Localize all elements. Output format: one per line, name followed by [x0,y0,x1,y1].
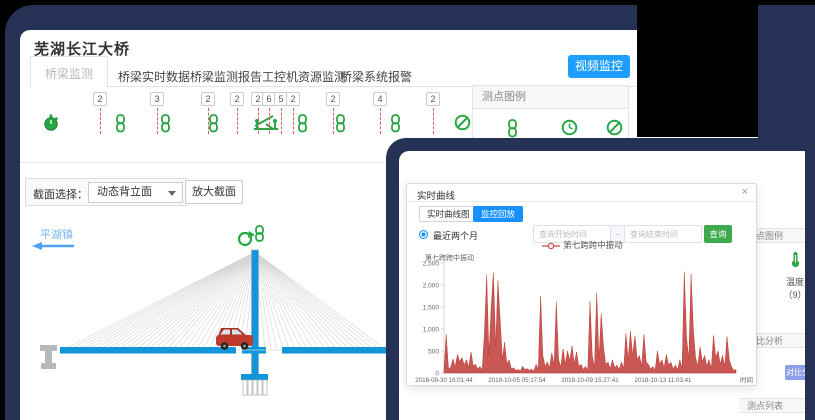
svg-text:2018-10-13 11:03:41: 2018-10-13 11:03:41 [635,377,693,384]
link-icon[interactable] [296,114,309,138]
thermometer-icon [789,251,802,268]
point-legend-header: 测点图例 [472,85,629,109]
svg-text:2,500: 2,500 [423,260,440,267]
svg-text:2018-09-30 16:01:44: 2018-09-30 16:01:44 [415,377,473,384]
link-icon[interactable] [159,114,172,138]
svg-text:1,500: 1,500 [423,304,440,311]
overlay-window-page: 测点图例 温度 （9） 对比分析 对比分析 测点列表 实时曲线 × 实时曲线图 [399,151,805,420]
stopwatch-icon[interactable] [43,114,59,137]
sensor-marker-line [237,108,238,134]
svg-text:时间: 时间 [740,375,753,384]
sensor-count-badge: 2 [230,92,244,106]
compare-analysis-button[interactable]: 对比分析 [785,365,805,380]
left-pier [40,345,57,369]
black-window [637,0,758,137]
link-icon[interactable] [256,226,263,241]
close-icon[interactable]: × [742,186,748,198]
last-two-months-radio[interactable] [419,230,428,239]
sensor-count-badge: 2 [201,92,215,106]
link-icon[interactable] [207,114,220,138]
bridge-schematic: 平湖镇 [20,222,390,420]
link-icon[interactable] [389,114,402,138]
sensor-count-badge: 2 [326,92,340,106]
enlarge-section-button[interactable]: 放大截面 [185,180,243,204]
overlay-window-frame: 测点图例 温度 （9） 对比分析 对比分析 测点列表 实时曲线 × 实时曲线图 [386,138,815,420]
refresh-icon[interactable] [239,231,255,245]
tab-realtime-curve[interactable]: 实时曲线图 [419,206,478,222]
bridge-pylon [252,250,259,376]
bridge-side-label: 平湖镇 [40,227,73,241]
temperature-count: （9） [783,288,805,301]
svg-text:500: 500 [428,348,439,355]
section-select-group: 截面选择： 动态背立面 [25,178,187,206]
svg-text:2,000: 2,000 [423,282,440,289]
section-select-value: 动态背立面 [97,186,152,198]
gauge-icon[interactable] [253,114,279,137]
bg-temperature-item[interactable]: 温度 （9） [783,251,805,301]
pylon-piles [243,380,267,395]
sensor-count-badge: 2 [426,92,440,106]
svg-text:2018-10-09 15:27:41: 2018-10-09 15:27:41 [561,377,619,384]
sensor-marker-line [157,108,158,134]
section-select-label: 截面选择： [33,186,88,202]
chevron-down-icon [168,191,176,196]
sensor-marker-line [293,108,294,134]
vibration-chart: 第七跨跨中振动05001,0001,5002,0002,5002018-09-3… [411,252,754,384]
sensor-strip: 23222652242 [20,92,480,140]
sensor-count-badge: 3 [150,92,164,106]
svg-text:1,000: 1,000 [423,326,440,333]
legend-marker-icon [542,242,560,250]
sensor-count-badge: 2 [93,92,107,106]
sensor-marker-line [433,108,434,134]
pylon-cap [241,374,268,380]
dialog-title: 实时曲线 [417,188,455,202]
svg-text:2018-10-05 05:17:54: 2018-10-05 05:17:54 [488,377,546,384]
link-icon[interactable] [334,114,347,138]
section-select-dropdown[interactable]: 动态背立面 [88,182,183,203]
car [216,328,253,350]
temperature-label: 温度 [783,275,805,288]
link-icon[interactable] [114,114,127,138]
realtime-curve-dialog: 实时曲线 × 实时曲线图 监控回放 最近两个月 - 查询 第七跨跨中振动 第 [406,183,757,386]
sensor-count-badge: 2 [286,92,300,106]
sensor-marker-line [258,108,259,134]
tab-system-alarm[interactable]: 桥梁系统报警 [330,62,422,91]
sensor-marker-line [269,108,270,134]
sensor-marker-line [380,108,381,134]
video-monitor-button[interactable]: 视频监控 [568,55,630,78]
sensor-marker-line [100,108,101,134]
bg-point-list-header: 测点列表 [739,398,805,413]
left-arrow-icon [32,242,74,250]
tab-bridge-monitoring[interactable]: 桥梁监测 [30,56,108,88]
chart-legend[interactable]: 第七跨跨中振动 [407,239,758,251]
dialog-header: 实时曲线 × [407,184,756,202]
sensor-marker-line [281,108,282,134]
ban-icon[interactable] [454,114,471,136]
tab-monitor-playback[interactable]: 监控回放 [473,206,523,222]
screen: 芜湖长江大桥 桥梁监测 桥梁实时数据 桥梁监测报告 工控机资源监测 桥梁系统报警… [0,0,815,420]
legend-label: 第七跨跨中振动 [563,240,623,250]
sensor-count-badge: 4 [373,92,387,106]
